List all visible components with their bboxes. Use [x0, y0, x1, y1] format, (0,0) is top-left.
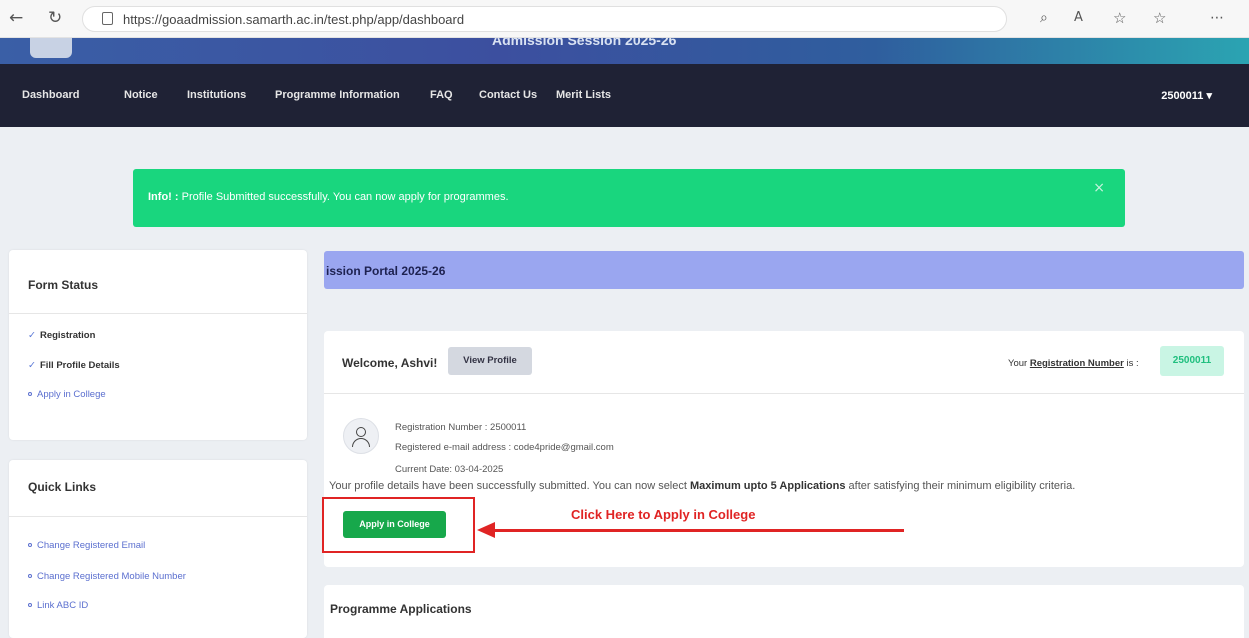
programme-applications-title: Programme Applications	[330, 602, 472, 616]
bullet-icon	[28, 392, 32, 397]
status-label: Registration	[39, 330, 96, 341]
site-logo	[30, 38, 72, 58]
divider	[9, 516, 307, 517]
more-menu-icon[interactable]: ⋯	[1210, 9, 1224, 27]
main-navbar: Dashboard Notice Institutions Programme …	[0, 64, 1249, 127]
alert-message: Info! : Profile Submitted successfully. …	[148, 191, 509, 203]
reload-icon[interactable]: ↻	[48, 9, 62, 27]
link-label[interactable]: Change Registered Email	[37, 540, 145, 551]
view-profile-button[interactable]: View Profile	[448, 347, 532, 375]
welcome-greeting: Welcome, Ashvi!	[342, 356, 438, 370]
alert-text: Profile Submitted successfully. You can …	[181, 191, 509, 203]
registration-number-link[interactable]: Registration Number	[1030, 358, 1124, 369]
form-status-card: Form Status ✓ Registration ✓ Fill Profile …	[9, 250, 307, 440]
bullet-icon	[28, 574, 32, 579]
link-abc-id[interactable]: Link ABC ID	[28, 600, 88, 611]
nav-dashboard[interactable]: Dashboard	[22, 89, 79, 101]
site-banner: Admission Session 2025-26	[0, 38, 1249, 64]
submission-message: Your profile details have been successfu…	[329, 480, 1239, 492]
nav-programme-information[interactable]: Programme Information	[275, 89, 400, 101]
arrow-head-icon	[477, 522, 495, 538]
registration-number-badge: 2500011	[1160, 346, 1224, 376]
nav-notice[interactable]: Notice	[124, 89, 158, 101]
user-menu[interactable]: 2500011 ▾	[1161, 89, 1212, 102]
portal-title: ission Portal 2025-26	[326, 264, 446, 278]
status-apply-in-college[interactable]: Apply in College	[28, 389, 106, 400]
check-icon: ✓	[28, 330, 36, 341]
status-registration: ✓ Registration	[28, 330, 95, 341]
address-bar[interactable]: https://goaadmission.samarth.ac.in/test.…	[82, 6, 1007, 32]
favorite-star-icon[interactable]: ☆	[1113, 9, 1126, 27]
url-text[interactable]: https://goaadmission.samarth.ac.in/test.…	[123, 12, 464, 27]
quick-links-title: Quick Links	[28, 480, 97, 494]
nav-contact-us[interactable]: Contact Us	[479, 89, 537, 101]
favorites-bar-icon[interactable]: ☆	[1153, 9, 1166, 27]
reg-suffix: is :	[1126, 358, 1139, 369]
registration-number-line: Registration Number : 2500011	[395, 422, 527, 433]
close-icon[interactable]: ×	[1093, 180, 1105, 196]
welcome-card: Welcome, Ashvi! View Profile Your Regist…	[322, 331, 1244, 567]
alert-label: Info! :	[148, 191, 179, 203]
zoom-icon[interactable]: ⌕	[1040, 9, 1048, 27]
nav-institutions[interactable]: Institutions	[187, 89, 246, 101]
annotation-text: Click Here to Apply in College	[571, 507, 756, 522]
avatar-body	[352, 438, 370, 447]
desc-bold: Maximum upto 5 Applications	[690, 480, 846, 492]
success-alert: Info! : Profile Submitted successfully. …	[133, 169, 1125, 227]
link-label[interactable]: Change Registered Mobile Number	[37, 571, 186, 582]
nav-faq[interactable]: FAQ	[430, 89, 453, 101]
banner-title: Admission Session 2025-26	[492, 38, 677, 48]
divider	[9, 313, 307, 314]
email-line: Registered e-mail address : code4pride@g…	[395, 442, 614, 453]
reg-prefix: Your	[1008, 358, 1028, 369]
status-label: Fill Profile Details	[39, 360, 120, 371]
desc-end: after satisfying their minimum eligibili…	[848, 480, 1076, 492]
lock-icon	[102, 12, 113, 25]
avatar-head	[356, 427, 366, 437]
divider	[324, 393, 1244, 394]
annotation-arrow	[494, 529, 904, 532]
user-avatar-icon	[343, 418, 379, 454]
desc-start: Your profile details have been successfu…	[329, 480, 687, 492]
apply-in-college-button[interactable]: Apply in College	[343, 511, 446, 538]
read-aloud-icon[interactable]: A	[1074, 9, 1083, 27]
bullet-icon	[28, 543, 32, 548]
current-date-line: Current Date: 03-04-2025	[395, 464, 504, 475]
status-fill-profile: ✓ Fill Profile Details	[28, 360, 120, 371]
bullet-icon	[28, 603, 32, 608]
registration-label: Your Registration Number is :	[1008, 358, 1139, 369]
link-label[interactable]: Link ABC ID	[37, 600, 88, 611]
form-status-title: Form Status	[28, 278, 99, 292]
link-change-email[interactable]: Change Registered Email	[28, 540, 145, 551]
back-arrow-icon[interactable]: ←	[9, 9, 23, 27]
status-label[interactable]: Apply in College	[37, 389, 106, 400]
nav-merit-lists[interactable]: Merit Lists	[556, 89, 611, 101]
quick-links-card: Quick Links Change Registered Email Chan…	[9, 460, 307, 638]
check-icon: ✓	[28, 360, 36, 371]
portal-title-bar: ission Portal 2025-26	[324, 251, 1244, 289]
programme-applications-card: Programme Applications	[324, 585, 1244, 638]
link-change-mobile[interactable]: Change Registered Mobile Number	[28, 571, 186, 582]
browser-toolbar: ← ↻ https://goaadmission.samarth.ac.in/t…	[0, 0, 1249, 38]
